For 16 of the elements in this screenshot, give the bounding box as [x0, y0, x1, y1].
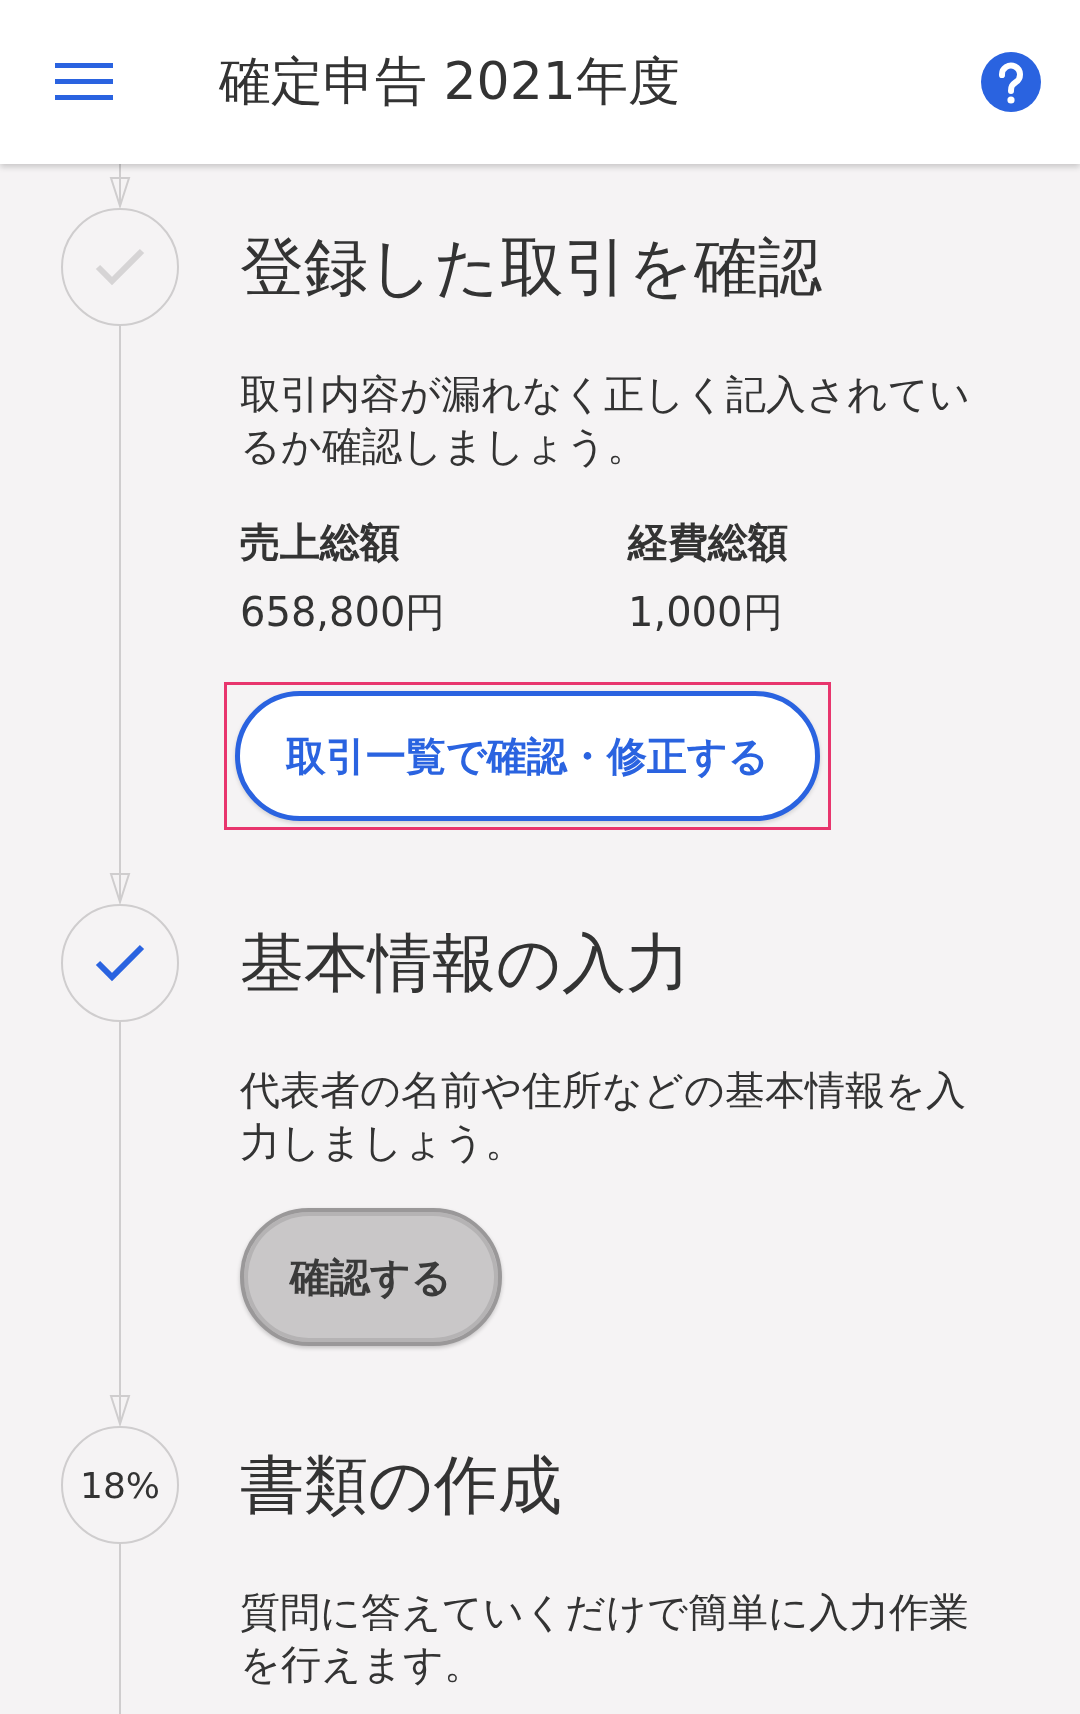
action-button[interactable]: 取引一覧で確認・修正する: [235, 691, 820, 821]
help-icon[interactable]: [980, 51, 1042, 113]
menu-icon[interactable]: [55, 63, 113, 101]
page-title: 確定申告 2021年度: [219, 50, 681, 113]
total-value: 1,000円: [628, 588, 784, 637]
progress-circle: 18%: [61, 1426, 179, 1544]
action-button[interactable]: 確認する: [240, 1208, 502, 1346]
step-title: 登録した取引を確認: [240, 228, 823, 306]
step-description: 代表者の名前や住所などの基本情報を入力しましょう。: [240, 1066, 967, 1167]
total-label: 売上総額: [240, 518, 401, 567]
step-description: 質問に答えていくだけで簡単に入力作業を行えます。: [240, 1588, 970, 1689]
total-value: 658,800円: [240, 588, 447, 637]
step-title: 基本情報の入力: [240, 924, 691, 1002]
step-title: 書類の作成: [240, 1446, 563, 1524]
total-label: 経費総額: [628, 518, 789, 567]
step-description: 取引内容が漏れなく正しく記入されているか確認しましょう。: [240, 370, 971, 471]
